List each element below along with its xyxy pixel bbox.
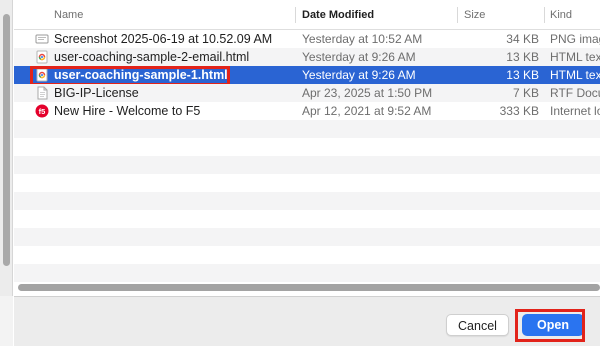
column-header-bar: Name Date Modified Size Kind	[14, 0, 600, 30]
column-header-kind[interactable]: Kind	[550, 0, 572, 30]
file-kind: Internet location	[550, 104, 600, 118]
file-kind: HTML text	[550, 50, 600, 64]
column-header-name[interactable]: Name	[54, 0, 83, 30]
file-name: user-coaching-sample-1.html	[54, 68, 228, 82]
empty-row	[14, 246, 600, 264]
file-row[interactable]: Screenshot 2025-06-19 at 10.52.09 AM Yes…	[14, 30, 600, 48]
file-row[interactable]: BIG-IP-License Apr 23, 2025 at 1:50 PM 7…	[14, 84, 600, 102]
file-kind: PNG image	[550, 32, 600, 46]
cancel-button[interactable]: Cancel	[446, 314, 509, 336]
column-divider[interactable]	[295, 7, 296, 23]
chrome-html-icon	[35, 50, 49, 64]
file-size: 34 KB	[506, 32, 539, 46]
file-date: Yesterday at 10:52 AM	[302, 32, 423, 46]
chrome-html-icon	[35, 68, 49, 82]
file-date: Yesterday at 9:26 AM	[302, 50, 416, 64]
file-kind: HTML text	[550, 68, 600, 82]
file-rows: Screenshot 2025-06-19 at 10.52.09 AM Yes…	[14, 30, 600, 296]
column-header-size[interactable]: Size	[464, 0, 485, 30]
empty-row	[14, 174, 600, 192]
f5-logo-icon: f5	[35, 104, 49, 118]
file-size: 333 KB	[499, 104, 539, 118]
empty-row	[14, 192, 600, 210]
sidebar-scrollbar[interactable]	[3, 14, 10, 266]
file-row-selected[interactable]: user-coaching-sample-1.html Yesterday at…	[14, 66, 600, 86]
file-size: 13 KB	[506, 50, 539, 64]
column-divider[interactable]	[457, 7, 458, 23]
empty-row	[14, 156, 600, 174]
dialog-button-bar: Cancel Open	[14, 296, 600, 346]
file-name: BIG-IP-License	[54, 86, 139, 100]
sidebar-edge-bottom	[0, 296, 13, 346]
column-header-date-modified[interactable]: Date Modified	[302, 0, 374, 30]
file-kind: RTF Document	[550, 86, 600, 100]
image-file-icon	[35, 32, 49, 46]
file-size: 7 KB	[512, 86, 539, 100]
svg-text:f5: f5	[39, 107, 46, 116]
file-name: Screenshot 2025-06-19 at 10.52.09 AM	[54, 32, 273, 46]
file-size: 13 KB	[506, 68, 539, 82]
horizontal-scrollbar-thumb[interactable]	[18, 284, 600, 291]
empty-row	[14, 210, 600, 228]
file-date: Yesterday at 9:26 AM	[302, 68, 416, 82]
horizontal-scrollbar[interactable]	[14, 280, 600, 294]
file-row[interactable]: f5 New Hire - Welcome to F5 Apr 12, 2021…	[14, 102, 600, 120]
file-name: New Hire - Welcome to F5	[54, 104, 201, 118]
file-date: Apr 12, 2021 at 9:52 AM	[302, 104, 432, 118]
file-row[interactable]: user-coaching-sample-2-email.html Yester…	[14, 48, 600, 66]
file-date: Apr 23, 2025 at 1:50 PM	[302, 86, 433, 100]
column-divider[interactable]	[544, 7, 545, 23]
file-name: user-coaching-sample-2-email.html	[54, 50, 250, 64]
empty-row	[14, 120, 600, 138]
empty-row	[14, 228, 600, 246]
document-icon	[35, 86, 49, 100]
sidebar-edge	[0, 0, 13, 346]
empty-row	[14, 138, 600, 156]
open-button[interactable]: Open	[522, 314, 584, 336]
file-list-view: Name Date Modified Size Kind Screenshot …	[14, 0, 600, 296]
